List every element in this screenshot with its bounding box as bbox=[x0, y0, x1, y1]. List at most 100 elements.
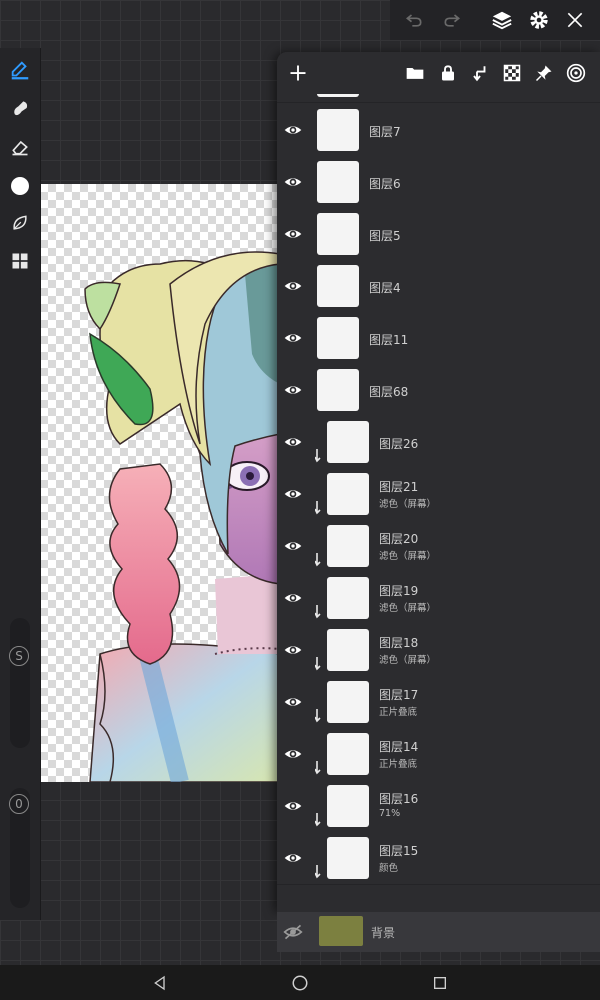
layers-icon[interactable] bbox=[490, 8, 514, 32]
layer-blend-mode: 滤色（屏幕） bbox=[379, 499, 437, 510]
layer-name: 图层19 bbox=[379, 584, 419, 598]
layer-name: 图层11 bbox=[369, 333, 409, 347]
layer-thumbnail bbox=[317, 369, 359, 411]
layer-name: 图层6 bbox=[369, 177, 401, 191]
eye-icon[interactable] bbox=[283, 744, 303, 764]
clipping-arrow-icon bbox=[314, 552, 325, 567]
color-icon[interactable] bbox=[8, 174, 32, 198]
gallery-icon[interactable] bbox=[8, 249, 32, 273]
layer-name: 图层16 bbox=[379, 792, 419, 806]
layer-thumbnail bbox=[327, 421, 369, 463]
layer-thumbnail bbox=[327, 681, 369, 723]
eye-icon[interactable] bbox=[283, 588, 303, 608]
background-layer-row[interactable]: 背景 bbox=[277, 912, 600, 952]
eye-icon[interactable] bbox=[283, 432, 303, 452]
alpha-lock-icon[interactable] bbox=[501, 62, 523, 84]
settings-icon[interactable] bbox=[527, 8, 551, 32]
layer-row[interactable]: 图层16 71% bbox=[277, 780, 600, 833]
eye-icon[interactable] bbox=[283, 796, 303, 816]
layer-row[interactable]: 图层17 正片叠底 bbox=[277, 676, 600, 729]
layer-thumbnail bbox=[317, 161, 359, 203]
merge-down-icon[interactable] bbox=[469, 62, 491, 84]
layer-row[interactable]: 图层18 滤色（屏幕） bbox=[277, 624, 600, 677]
layer-row[interactable]: 图层68 bbox=[277, 364, 600, 417]
eye-hidden-icon[interactable] bbox=[283, 922, 303, 946]
close-icon[interactable] bbox=[563, 8, 587, 32]
layer-name: 图层21 bbox=[379, 480, 419, 494]
layer-row-partial[interactable] bbox=[277, 94, 600, 103]
layer-thumbnail bbox=[317, 265, 359, 307]
reference-icon[interactable] bbox=[565, 62, 587, 84]
layer-row[interactable]: 图层21 滤色（屏幕） bbox=[277, 468, 600, 521]
recents-icon[interactable] bbox=[430, 973, 450, 993]
layer-blend-mode: 颜色 bbox=[379, 863, 399, 874]
layer-row[interactable]: 图层19 滤色（屏幕） bbox=[277, 572, 600, 625]
clipping-arrow-icon bbox=[314, 812, 325, 827]
layer-row[interactable]: 图层7 bbox=[277, 104, 600, 157]
clipping-arrow-icon bbox=[314, 864, 325, 879]
clipping-arrow-icon bbox=[314, 760, 325, 775]
artwork-illustration bbox=[84, 251, 280, 782]
layer-name: 图层5 bbox=[369, 229, 401, 243]
layer-name: 图层18 bbox=[379, 636, 419, 650]
layer-name: 图层4 bbox=[369, 281, 401, 295]
folder-icon[interactable] bbox=[404, 62, 426, 84]
eye-icon[interactable] bbox=[283, 484, 303, 504]
brush-size-label: S bbox=[9, 646, 29, 666]
undo-icon[interactable] bbox=[402, 8, 426, 32]
layer-name: 图层15 bbox=[379, 844, 419, 858]
eye-icon[interactable] bbox=[283, 172, 303, 192]
add-icon[interactable] bbox=[287, 62, 309, 84]
layer-name: 图层26 bbox=[379, 437, 419, 451]
layer-row[interactable]: 图层26 bbox=[277, 416, 600, 469]
brush-size-slider[interactable] bbox=[10, 618, 30, 748]
layer-thumbnail bbox=[317, 317, 359, 359]
lock-icon[interactable] bbox=[437, 62, 459, 84]
tool-sidebar: S 0 bbox=[0, 48, 41, 920]
layer-name: 图层68 bbox=[369, 385, 409, 399]
brush-icon[interactable] bbox=[8, 58, 32, 82]
layer-row[interactable]: 图层20 滤色（屏幕） bbox=[277, 520, 600, 573]
home-icon[interactable] bbox=[290, 973, 310, 993]
layer-row[interactable]: 图层6 bbox=[277, 156, 600, 209]
background-label: 背景 bbox=[371, 926, 396, 940]
layer-thumbnail bbox=[327, 473, 369, 515]
artboard[interactable] bbox=[40, 184, 280, 782]
eraser-icon[interactable] bbox=[8, 135, 32, 159]
background-color-swatch[interactable] bbox=[319, 916, 363, 946]
eye-icon[interactable] bbox=[283, 536, 303, 556]
eye-icon[interactable] bbox=[283, 640, 303, 660]
back-icon[interactable] bbox=[150, 973, 170, 993]
top-toolbar bbox=[390, 0, 600, 40]
layer-row[interactable]: 图层4 bbox=[277, 260, 600, 313]
eye-icon[interactable] bbox=[283, 276, 303, 296]
layer-blend-mode: 滤色（屏幕） bbox=[379, 655, 437, 666]
eye-icon[interactable] bbox=[283, 848, 303, 868]
layer-row[interactable]: 图层5 bbox=[277, 208, 600, 261]
pin-icon[interactable] bbox=[533, 62, 555, 84]
layer-list[interactable]: 图层7 图层6 图层5 图层4 图层11 图层68 图层26 图层21 滤色（屏幕） 图层20 滤色… bbox=[277, 94, 600, 912]
layer-thumbnail bbox=[327, 525, 369, 567]
eye-icon[interactable] bbox=[283, 328, 303, 348]
layer-row[interactable]: 图层11 bbox=[277, 312, 600, 365]
redo-icon[interactable] bbox=[440, 8, 464, 32]
layer-thumbnail bbox=[317, 213, 359, 255]
eye-icon[interactable] bbox=[283, 380, 303, 400]
eye-icon[interactable] bbox=[283, 692, 303, 712]
layer-thumbnail bbox=[327, 629, 369, 671]
leaf-brush-icon[interactable] bbox=[8, 211, 32, 235]
layer-row[interactable]: 图层15 颜色 bbox=[277, 832, 600, 885]
layers-panel-header bbox=[277, 52, 600, 94]
layer-thumbnail bbox=[327, 785, 369, 827]
eye-icon[interactable] bbox=[283, 120, 303, 140]
layer-blend-mode: 滤色（屏幕） bbox=[379, 603, 437, 614]
eye-icon[interactable] bbox=[283, 224, 303, 244]
smudge-icon[interactable] bbox=[8, 96, 32, 120]
layer-row[interactable]: 图层14 正片叠底 bbox=[277, 728, 600, 781]
layer-blend-mode: 正片叠底 bbox=[379, 707, 418, 718]
layer-thumbnail bbox=[327, 733, 369, 775]
layer-name: 图层14 bbox=[379, 740, 419, 754]
clipping-arrow-icon bbox=[314, 500, 325, 515]
layer-name: 图层17 bbox=[379, 688, 419, 702]
layers-panel: 图层7 图层6 图层5 图层4 图层11 图层68 图层26 图层21 滤色（屏幕） 图层20 滤色… bbox=[277, 52, 600, 912]
